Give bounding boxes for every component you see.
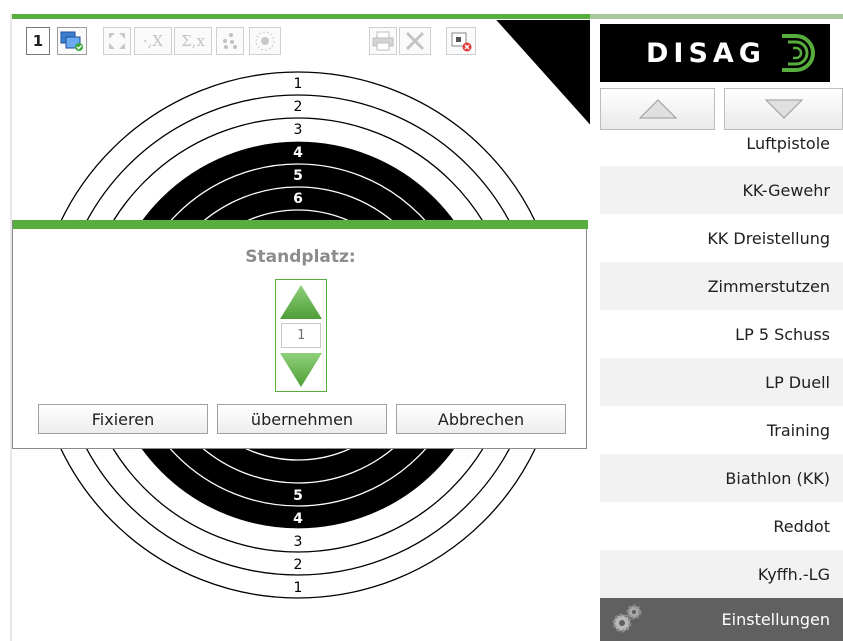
menu-item-settings[interactable]: Einstellungen bbox=[600, 598, 843, 641]
standplatz-spinner: 1 bbox=[275, 279, 327, 392]
standplatz-value[interactable]: 1 bbox=[281, 323, 321, 348]
ring-number: 1 bbox=[294, 76, 303, 92]
arrow-up-icon bbox=[638, 99, 677, 119]
close-target-icon bbox=[451, 32, 472, 52]
dialog-title: Standplatz: bbox=[245, 247, 356, 267]
gears-icon bbox=[612, 604, 642, 633]
menu-item-kk-dreistellung[interactable]: KK Dreistellung bbox=[600, 214, 843, 262]
abbrechen-button[interactable]: Abbrechen bbox=[396, 404, 566, 434]
uebernehmen-button[interactable]: übernehmen bbox=[217, 404, 387, 434]
ring-number: 3 bbox=[294, 122, 303, 138]
ring-number: 3 bbox=[294, 534, 303, 550]
ring-number: 4 bbox=[293, 145, 303, 161]
close-target-button[interactable] bbox=[446, 27, 476, 55]
spinner-down-button[interactable] bbox=[279, 352, 323, 388]
shot-group-icon bbox=[223, 33, 237, 49]
menu-item-lp-5-schuss[interactable]: LP 5 Schuss bbox=[600, 310, 843, 358]
logo-text: DISAG bbox=[646, 37, 766, 69]
dialog-top-bar bbox=[13, 220, 588, 229]
standplatz-dialog: Standplatz: 1 Fixieren übernehmen Abbrec… bbox=[12, 220, 588, 449]
menu-item-biathlon[interactable]: Biathlon (KK) bbox=[600, 454, 843, 502]
target-center-icon bbox=[255, 31, 275, 51]
menu-item-lp-duell[interactable]: LP Duell bbox=[600, 358, 843, 406]
ring-number: 1 bbox=[294, 580, 303, 596]
target-center-button[interactable] bbox=[249, 27, 281, 55]
ring-number: 5 bbox=[293, 488, 303, 504]
fullscreen-icon bbox=[109, 33, 125, 49]
shooter-number-button[interactable]: 1 bbox=[26, 27, 50, 55]
arrow-down-icon bbox=[764, 99, 803, 119]
sidebar: DISAG Luftpistole KK-Gewehr KK Dreistell… bbox=[590, 0, 843, 641]
menu-item-kyffh-lg[interactable]: Kyffh.-LG bbox=[600, 550, 843, 598]
windows-button[interactable] bbox=[57, 27, 87, 55]
menu-item-training[interactable]: Training bbox=[600, 406, 843, 454]
disag-logo: DISAG bbox=[600, 24, 830, 82]
fullscreen-button[interactable] bbox=[103, 27, 131, 55]
menu-item-kk-gewehr[interactable]: KK-Gewehr bbox=[600, 166, 843, 214]
ring-number: 5 bbox=[293, 168, 303, 184]
printer-icon bbox=[372, 31, 394, 51]
shot-group-button[interactable] bbox=[216, 27, 244, 55]
tools-icon bbox=[405, 31, 425, 51]
windows-icon bbox=[60, 31, 83, 51]
sum-x-button[interactable]: Σ,x bbox=[174, 27, 212, 55]
ring-number: 2 bbox=[294, 557, 303, 573]
fixieren-button[interactable]: Fixieren bbox=[38, 404, 208, 434]
tools-button[interactable] bbox=[399, 27, 431, 55]
ring-number: 6 bbox=[293, 191, 303, 207]
logo-mark-icon bbox=[782, 34, 815, 72]
ring-number: 4 bbox=[293, 511, 303, 527]
decimal-x-button[interactable]: ·,X bbox=[134, 27, 172, 55]
spinner-up-button[interactable] bbox=[279, 284, 323, 320]
ring-number: 2 bbox=[294, 99, 303, 115]
menu-item-luftpistole[interactable]: Luftpistole bbox=[600, 118, 843, 158]
menu-item-reddot[interactable]: Reddot bbox=[600, 502, 843, 550]
sidebar-top-bar bbox=[590, 14, 843, 19]
menu-item-zimmerstutzen[interactable]: Zimmerstutzen bbox=[600, 262, 843, 310]
print-button[interactable] bbox=[369, 27, 397, 55]
